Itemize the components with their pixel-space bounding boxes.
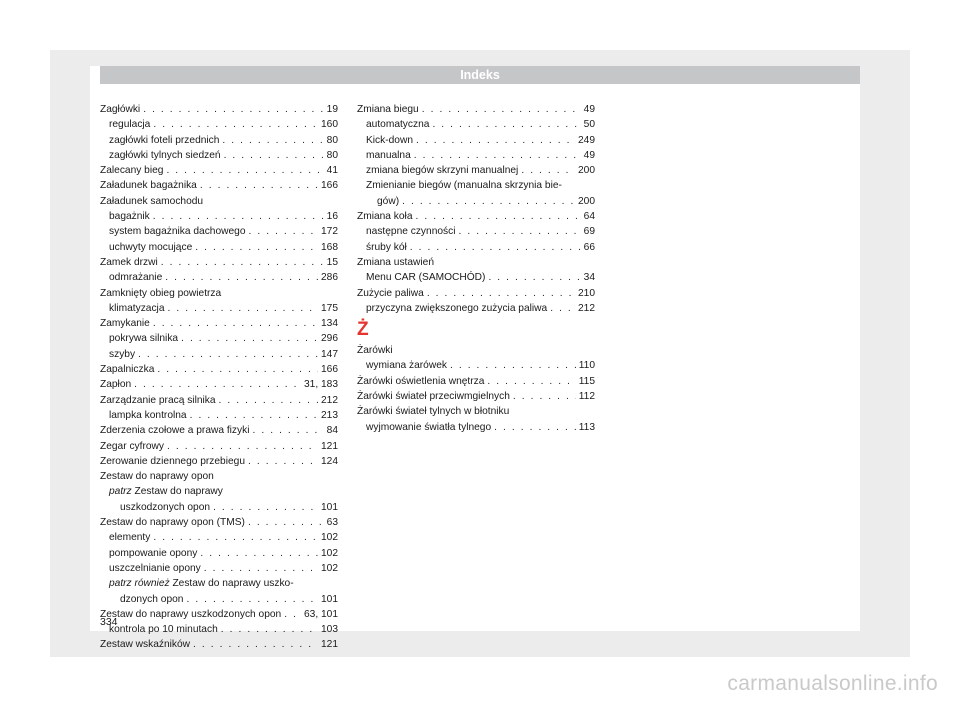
- index-subentry: Kick-down249: [357, 133, 595, 148]
- index-subentry: gów)200: [357, 194, 595, 209]
- index-subentry: regulacja160: [100, 117, 338, 132]
- index-entry: Zestaw wskaźników121: [100, 637, 338, 652]
- index-subentry: bagażnik16: [100, 209, 338, 224]
- index-column-left: Zagłówki19 regulacja160 zagłówki foteli …: [100, 102, 338, 653]
- index-subentry: wymiana żarówek110: [357, 358, 595, 373]
- index-subentry: klimatyzacja175: [100, 301, 338, 316]
- index-entry: Zalecany bieg41: [100, 163, 338, 178]
- index-entry: Zmiana koła64: [357, 209, 595, 224]
- index-subentry: automatyczna50: [357, 117, 595, 132]
- index-entry: Zestaw do naprawy opon (TMS)63: [100, 515, 338, 530]
- index-entry-heading: Zamknięty obieg powietrza: [100, 287, 222, 299]
- index-subentry: przyczyna zwiększonego zużycia paliwa212: [357, 301, 595, 316]
- index-subentry: Menu CAR (SAMOCHÓD)34: [357, 270, 595, 285]
- index-subentry: manualna49: [357, 148, 595, 163]
- index-subentry-heading: Zmienianie biegów (manualna skrzynia bie…: [366, 180, 562, 192]
- index-entry: Żarówki świateł przeciwmgielnych112: [357, 389, 595, 404]
- index-entry: Zapłon31, 183: [100, 377, 338, 392]
- index-see-reference: patrz Zestaw do naprawy: [109, 486, 223, 498]
- index-subentry: lampka kontrolna213: [100, 408, 338, 423]
- index-entry-heading: Zmiana ustawień: [357, 256, 435, 268]
- index-subentry: odmrażanie286: [100, 270, 338, 285]
- index-entry: Zderzenia czołowe a prawa fizyki84: [100, 423, 338, 438]
- index-entry: Zamykanie134: [100, 316, 338, 331]
- index-entry: Zegar cyfrowy121: [100, 439, 338, 454]
- index-entry: Zamek drzwi15: [100, 255, 338, 270]
- page-title: Indeks: [460, 68, 500, 82]
- page-number: 334: [100, 616, 118, 628]
- index-entry-heading: Zestaw do naprawy opon: [100, 471, 214, 483]
- index-subentry: uchwyty mocujące168: [100, 240, 338, 255]
- index-entry: Zagłówki19: [100, 102, 338, 117]
- index-entry: Zużycie paliwa210: [357, 286, 595, 301]
- index-subentry: zagłówki foteli przednich80: [100, 133, 338, 148]
- index-subentry: zagłówki tylnych siedzeń80: [100, 148, 338, 163]
- section-letter-heading: Ż: [357, 319, 369, 341]
- index-entry: Zestaw do naprawy uszkodzonych opon63, 1…: [100, 607, 338, 622]
- index-subentry: kontrola po 10 minutach103: [100, 622, 338, 637]
- index-entry: Zapalniczka166: [100, 362, 338, 377]
- index-subentry: następne czynności69: [357, 224, 595, 239]
- index-subentry: uszkodzonych opon101: [100, 500, 338, 515]
- index-entry-heading: Żarówki świateł tylnych w błotniku: [357, 406, 510, 418]
- index-column-right: Zmiana biegu49 automatyczna50 Kick-down2…: [357, 102, 595, 435]
- index-subentry: system bagażnika dachowego172: [100, 224, 338, 239]
- index-entry: Żarówki oświetlenia wnętrza115: [357, 374, 595, 389]
- page-header: Indeks: [100, 66, 860, 84]
- index-subentry: wyjmowanie światła tylnego113: [357, 420, 595, 435]
- index-see-reference: patrz również Zestaw do naprawy uszko-: [109, 578, 294, 590]
- index-entry: Załadunek bagażnika166: [100, 178, 338, 193]
- index-entry: Zmiana biegu49: [357, 102, 595, 117]
- index-entry: Zarządzanie pracą silnika212: [100, 393, 338, 408]
- index-entry-heading: Żarówki: [357, 345, 393, 357]
- index-entry: Zerowanie dziennego przebiegu124: [100, 454, 338, 469]
- index-subentry: szyby147: [100, 347, 338, 362]
- index-subentry: pokrywa silnika296: [100, 331, 338, 346]
- index-subentry: zmiana biegów skrzyni manualnej200: [357, 163, 595, 178]
- index-subentry: dzonych opon101: [100, 592, 338, 607]
- index-subentry: pompowanie opony102: [100, 546, 338, 561]
- index-subentry: śruby kół66: [357, 240, 595, 255]
- index-subentry: uszczelnianie opony102: [100, 561, 338, 576]
- index-entry-heading: Załadunek samochodu: [100, 195, 204, 207]
- watermark: carmanualsonline.info: [727, 672, 938, 695]
- index-subentry: elementy102: [100, 530, 338, 545]
